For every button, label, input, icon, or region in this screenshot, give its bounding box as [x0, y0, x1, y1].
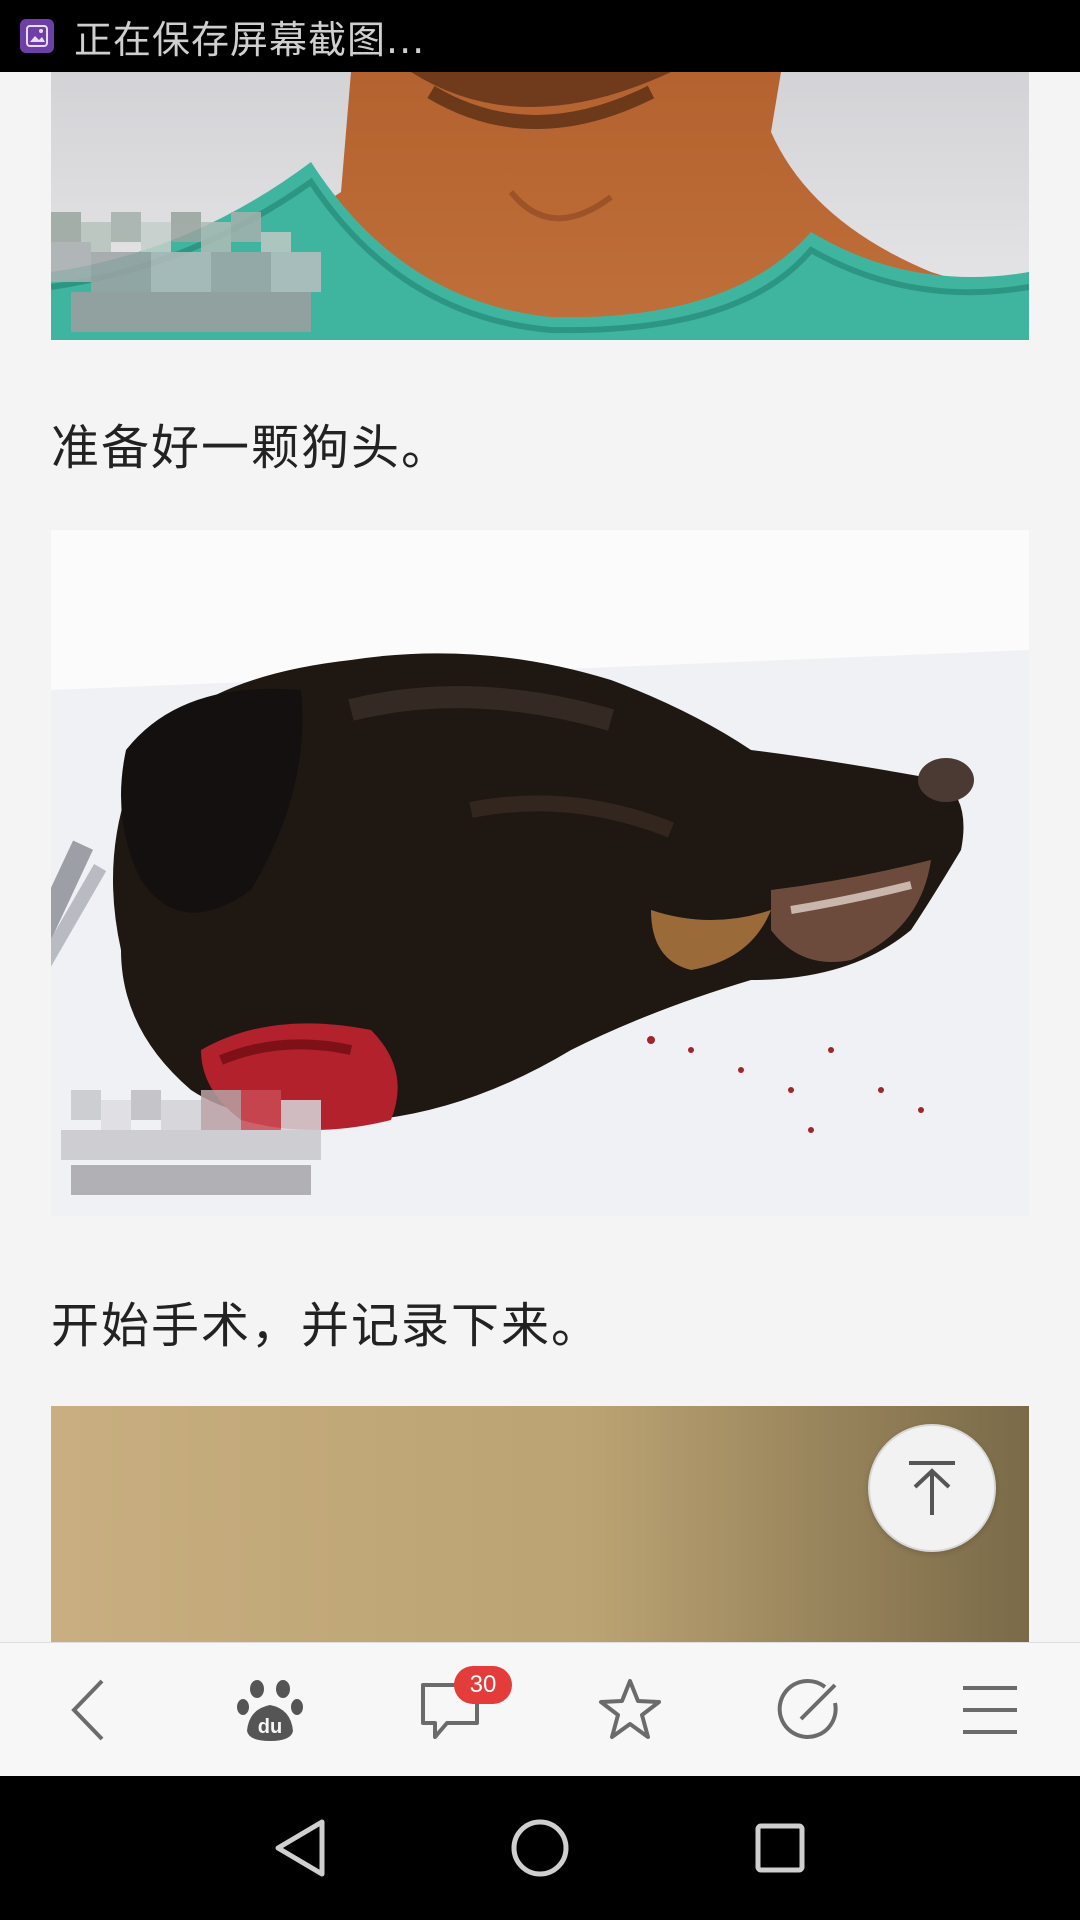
nav-home-button[interactable] — [500, 1808, 580, 1888]
back-triangle-icon — [275, 1819, 325, 1877]
pixelated-watermark — [61, 1090, 321, 1195]
article-caption: 开始手术，并记录下来。 — [51, 1298, 602, 1354]
back-to-top-button[interactable] — [868, 1424, 996, 1552]
back-chevron-icon — [71, 1679, 104, 1740]
favorite-button[interactable] — [570, 1650, 690, 1770]
status-bar: 正在保存屏幕截图... — [0, 0, 1080, 72]
comment-count-badge: 30 — [454, 1665, 512, 1704]
back-button[interactable] — [30, 1650, 150, 1770]
browser-toolbar: du 30 — [0, 1642, 1080, 1776]
system-nav-bar — [0, 1776, 1080, 1920]
share-button[interactable] — [750, 1650, 870, 1770]
status-message: 正在保存屏幕截图... — [74, 17, 426, 62]
comments-button[interactable]: 30 — [390, 1650, 512, 1770]
screenshot-icon — [20, 19, 54, 53]
recents-square-icon — [755, 1823, 805, 1873]
compose-icon — [777, 1678, 838, 1739]
star-icon — [599, 1678, 661, 1739]
article-caption: 准备好一颗狗头。 — [51, 420, 452, 476]
arrow-up-icon — [909, 1461, 955, 1515]
article-content: 准备好一颗狗头。 开始手术，并记录下来。 — [0, 72, 1080, 1642]
svg-text:du: du — [258, 1716, 282, 1738]
article-image-dog-head — [51, 530, 1029, 1216]
nav-recents-button[interactable] — [740, 1808, 820, 1888]
nav-back-button[interactable] — [260, 1808, 340, 1888]
menu-button[interactable] — [930, 1650, 1050, 1770]
article-image-neck — [51, 72, 1029, 340]
baidu-paw-icon: du — [237, 1679, 303, 1741]
home-circle-icon — [511, 1819, 569, 1877]
baidu-home-button[interactable]: du — [210, 1650, 330, 1770]
screen: 正在保存屏幕截图... 准备好一颗狗头。 开始手术，并记录下来。 du 30 — [0, 0, 1080, 1920]
pixelated-watermark — [51, 212, 321, 332]
menu-icon — [963, 1685, 1017, 1734]
